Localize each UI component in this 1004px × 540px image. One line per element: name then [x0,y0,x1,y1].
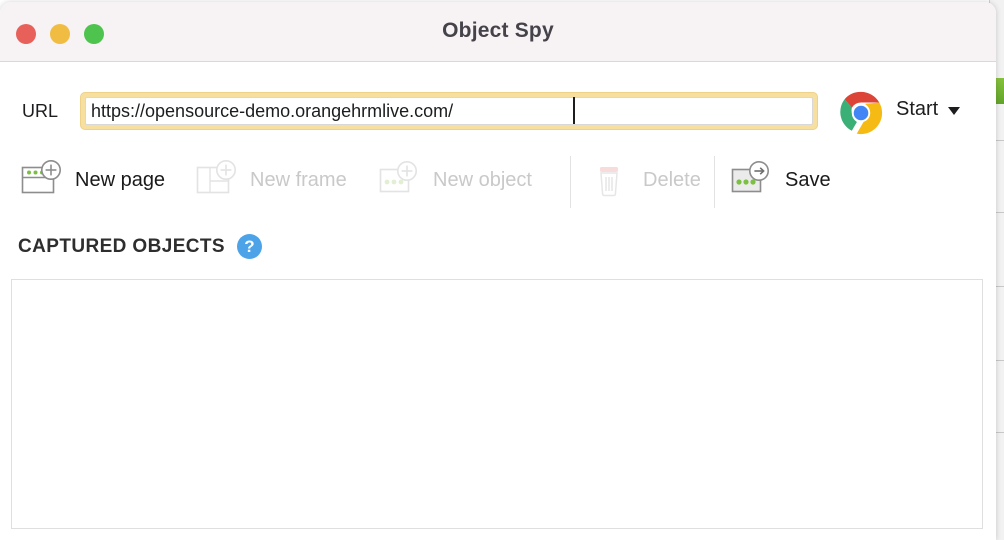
toolbar-separator-1 [570,156,571,208]
chrome-icon[interactable] [838,90,884,136]
save-icon [730,157,776,203]
start-button-label: Start [896,98,939,120]
url-label: URL [22,101,59,121]
new-object-button[interactable]: New object [378,152,532,208]
text-caret [573,97,575,124]
new-page-button[interactable]: New page [20,152,165,208]
captured-objects-title: CAPTURED OBJECTS [18,235,225,257]
new-page-label: New page [75,168,166,191]
new-object-label: New object [433,168,532,191]
save-button[interactable]: Save [730,152,831,208]
toolbar: New page New frame New object Delete Sav… [0,152,996,212]
chevron-down-icon [948,107,961,115]
page-title: Object Spy [442,19,554,42]
new-object-icon [378,157,424,203]
delete-button[interactable]: Delete [588,152,701,208]
captured-objects-panel[interactable] [11,279,983,529]
new-frame-label: New frame [250,168,347,191]
save-label: Save [785,168,831,191]
new-frame-icon [195,157,241,203]
new-page-icon [20,157,66,203]
object-spy-window: Object Spy URL Start [0,2,996,540]
delete-label: Delete [643,168,701,191]
question-mark-icon[interactable]: ? [236,234,262,259]
url-input-focus-ring [80,92,818,130]
url-input[interactable] [85,97,813,125]
trash-icon [588,157,634,203]
captured-objects-header: CAPTURED OBJECTS ? [18,234,262,259]
start-button[interactable]: Start [896,98,961,121]
toolbar-separator-2 [714,156,715,208]
new-frame-button[interactable]: New frame [195,152,347,208]
window-titlebar: Object Spy [0,2,996,62]
